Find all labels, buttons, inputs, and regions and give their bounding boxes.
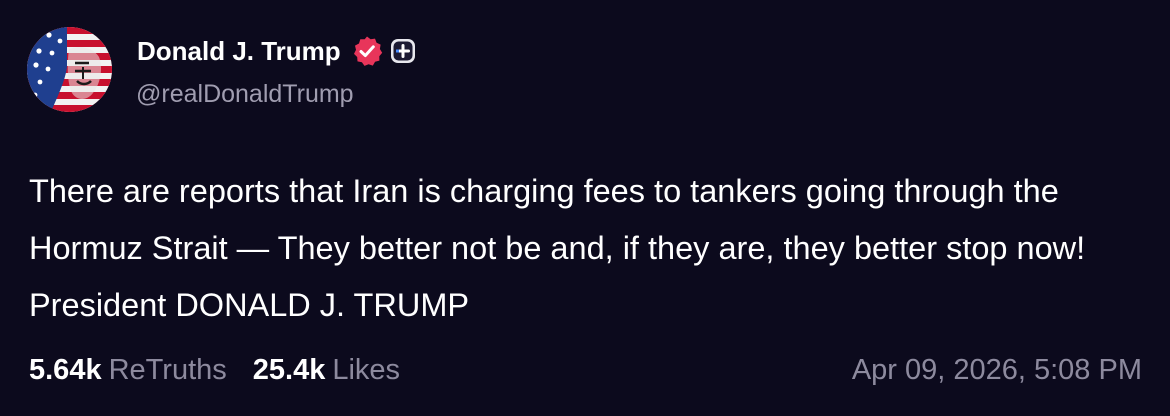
post-timestamp[interactable]: Apr 09, 2026, 5:08 PM — [852, 350, 1142, 390]
author-handle[interactable]: @realDonaldTrump — [136, 80, 354, 109]
avatar[interactable] — [27, 27, 112, 112]
flag-portrait-image — [27, 27, 112, 112]
author-name-row: Donald J. Trump — [137, 33, 417, 69]
author-display-name[interactable]: Donald J. Trump — [137, 36, 341, 67]
post-text: There are reports that Iran is charging … — [29, 173, 1086, 323]
likes-count: 25.4k — [252, 353, 326, 386]
retruths-count: 5.64k — [29, 353, 102, 386]
post-stats: 5.64k ReTruths 25.4k Likes — [29, 350, 400, 390]
retruths-label: ReTruths — [108, 353, 227, 386]
likes-label: Likes — [332, 353, 401, 386]
verified-badge-icon — [353, 36, 382, 66]
retruths-stat[interactable]: 5.64k ReTruths — [29, 354, 227, 387]
likes-stat[interactable]: 25.4k Likes — [253, 354, 400, 387]
plus-badge-icon — [390, 39, 415, 63]
